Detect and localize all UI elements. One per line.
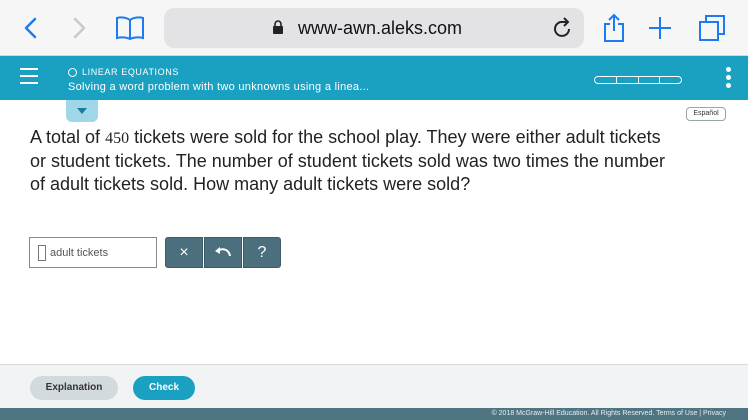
- reload-icon[interactable]: [552, 16, 574, 45]
- topic-status-icon: [68, 67, 77, 77]
- topic-title: Solving a word problem with two unknowns…: [68, 81, 370, 93]
- topic-line: LINEAR EQUATIONS: [68, 67, 179, 77]
- question-number: 450: [105, 130, 130, 147]
- menu-icon[interactable]: [20, 68, 38, 86]
- new-tab-icon[interactable]: [642, 10, 678, 46]
- question-part1: A total of: [30, 127, 106, 147]
- url-text: www-awn.aleks.com: [297, 18, 463, 38]
- forward-icon[interactable]: [62, 10, 98, 46]
- undo-icon: [215, 246, 231, 256]
- chevron-down-icon: [77, 108, 87, 114]
- back-icon[interactable]: [12, 10, 48, 46]
- language-button[interactable]: Español: [686, 107, 726, 121]
- tool-buttons: × ?: [165, 237, 282, 268]
- tabs-icon[interactable]: [694, 10, 730, 46]
- bookmarks-icon[interactable]: [112, 10, 148, 46]
- share-icon[interactable]: [596, 10, 632, 46]
- browser-toolbar: www-awn.aleks.com: [0, 0, 748, 56]
- input-cursor-box: [38, 245, 46, 261]
- topic-label: LINEAR EQUATIONS: [82, 67, 179, 77]
- progress-bar: [594, 76, 682, 84]
- clear-button[interactable]: ×: [165, 237, 203, 268]
- copyright-bar: © 2018 McGraw-Hill Education. All Rights…: [0, 408, 748, 420]
- undo-button[interactable]: [204, 237, 242, 268]
- footer-area: Explanation Check: [0, 364, 748, 408]
- question-text: A total of 450 tickets were sold for the…: [30, 126, 670, 196]
- copyright-text: © 2018 McGraw-Hill Education. All Rights…: [491, 410, 726, 417]
- more-options-icon[interactable]: [726, 67, 732, 91]
- help-button[interactable]: ?: [243, 237, 281, 268]
- explanation-button[interactable]: Explanation: [30, 376, 118, 400]
- answer-input[interactable]: adult tickets: [29, 237, 157, 268]
- expand-tab[interactable]: [66, 100, 98, 122]
- url-field[interactable]: www-awn.aleks.com: [164, 8, 584, 48]
- answer-unit: adult tickets: [50, 247, 109, 259]
- check-button[interactable]: Check: [133, 376, 195, 400]
